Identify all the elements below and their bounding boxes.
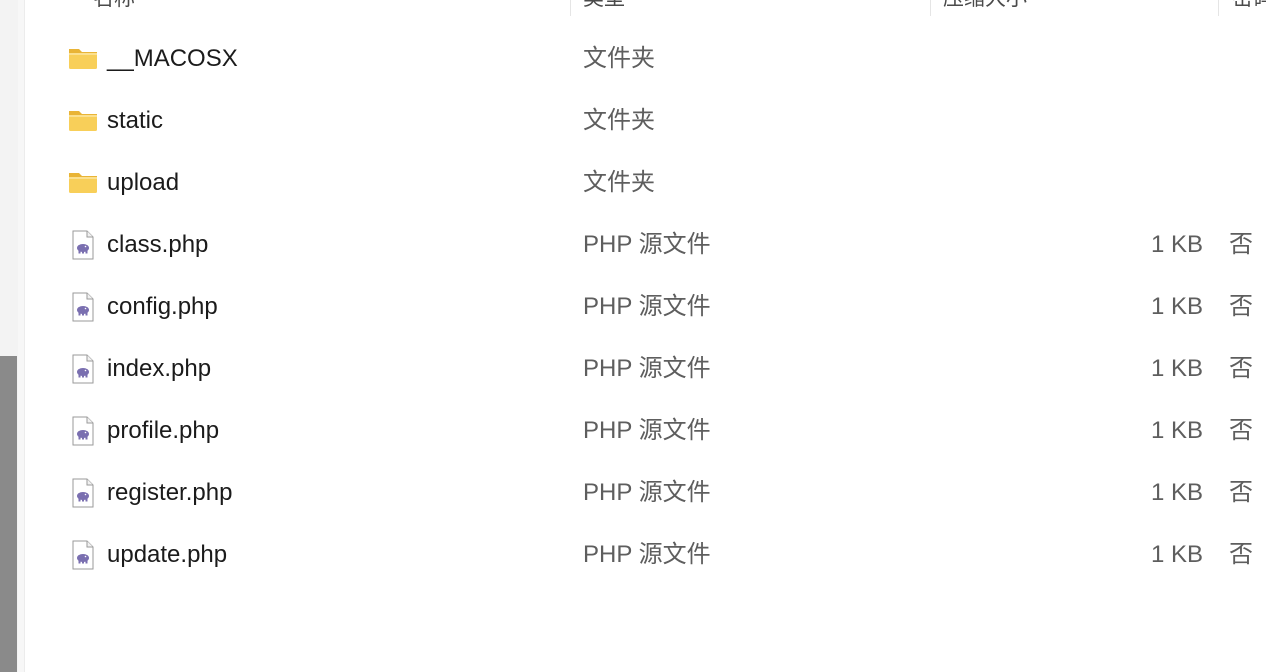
file-row[interactable]: index.php PHP 源文件 1 KB 否 xyxy=(25,338,1266,400)
php-file-icon xyxy=(68,230,98,260)
folder-icon xyxy=(68,106,98,136)
column-separator[interactable] xyxy=(570,0,571,16)
column-separator[interactable] xyxy=(930,0,931,16)
file-compressed-size: 1 KB xyxy=(1150,541,1203,568)
file-compressed-size: 1 KB xyxy=(1150,231,1203,258)
file-row[interactable]: class.php PHP 源文件 1 KB 否 xyxy=(25,214,1266,276)
file-compressed-size: 1 KB xyxy=(1150,293,1203,320)
file-name[interactable]: static xyxy=(107,90,163,152)
file-name[interactable]: __MACOSX xyxy=(107,28,238,90)
file-row[interactable]: register.php PHP 源文件 1 KB 否 xyxy=(25,462,1266,524)
file-row[interactable]: __MACOSX 文件夹 xyxy=(25,28,1266,90)
file-password-flag: 否 xyxy=(1229,293,1253,320)
file-list: __MACOSX 文件夹 static 文件夹 upload 文件夹 class.ph… xyxy=(25,28,1266,586)
file-compressed-size: 1 KB xyxy=(1150,355,1203,382)
file-type: PHP 源文件 xyxy=(583,479,711,506)
file-name[interactable]: index.php xyxy=(107,338,211,400)
file-type: 文件夹 xyxy=(583,169,655,196)
column-header-compressed-size[interactable]: 压缩大小 xyxy=(943,0,1027,16)
navigation-pane xyxy=(0,0,18,672)
file-row[interactable]: update.php PHP 源文件 1 KB 否 xyxy=(25,524,1266,586)
file-password-flag: 否 xyxy=(1229,355,1253,382)
file-name[interactable]: profile.php xyxy=(107,400,219,462)
php-file-icon xyxy=(68,292,98,322)
file-name[interactable]: update.php xyxy=(107,524,227,586)
file-type: PHP 源文件 xyxy=(583,541,711,568)
php-file-icon xyxy=(68,416,98,446)
file-row[interactable]: static 文件夹 xyxy=(25,90,1266,152)
file-row[interactable]: config.php PHP 源文件 1 KB 否 xyxy=(25,276,1266,338)
folder-icon xyxy=(68,44,98,74)
column-header-type[interactable]: 类型 xyxy=(583,0,625,16)
php-file-icon xyxy=(68,478,98,508)
file-type: 文件夹 xyxy=(583,45,655,72)
column-header: 名称 类型 压缩大小 密码 xyxy=(25,0,1266,16)
file-compressed-size: 1 KB xyxy=(1150,417,1203,444)
file-name[interactable]: upload xyxy=(107,152,179,214)
file-password-flag: 否 xyxy=(1229,541,1253,568)
pane-divider[interactable] xyxy=(18,0,25,672)
file-type: PHP 源文件 xyxy=(583,355,711,382)
folder-icon xyxy=(68,168,98,198)
php-file-icon xyxy=(68,354,98,384)
file-type: PHP 源文件 xyxy=(583,417,711,444)
column-header-name[interactable]: 名称 xyxy=(93,0,135,16)
file-name[interactable]: config.php xyxy=(107,276,218,338)
file-name[interactable]: class.php xyxy=(107,214,208,276)
file-password-flag: 否 xyxy=(1229,231,1253,258)
file-password-flag: 否 xyxy=(1229,479,1253,506)
file-row[interactable]: upload 文件夹 xyxy=(25,152,1266,214)
file-type: PHP 源文件 xyxy=(583,293,711,320)
file-explorer-window: 名称 类型 压缩大小 密码 __MACOSX 文件夹 static 文件夹 uplo… xyxy=(0,0,1266,672)
file-password-flag: 否 xyxy=(1229,417,1253,444)
file-type: 文件夹 xyxy=(583,107,655,134)
file-name[interactable]: register.php xyxy=(107,462,232,524)
column-header-password[interactable]: 密码 xyxy=(1232,0,1266,16)
navigation-scrollbar-thumb[interactable] xyxy=(0,356,17,672)
file-row[interactable]: profile.php PHP 源文件 1 KB 否 xyxy=(25,400,1266,462)
php-file-icon xyxy=(68,540,98,570)
file-compressed-size: 1 KB xyxy=(1150,479,1203,506)
file-type: PHP 源文件 xyxy=(583,231,711,258)
column-separator[interactable] xyxy=(1218,0,1219,16)
